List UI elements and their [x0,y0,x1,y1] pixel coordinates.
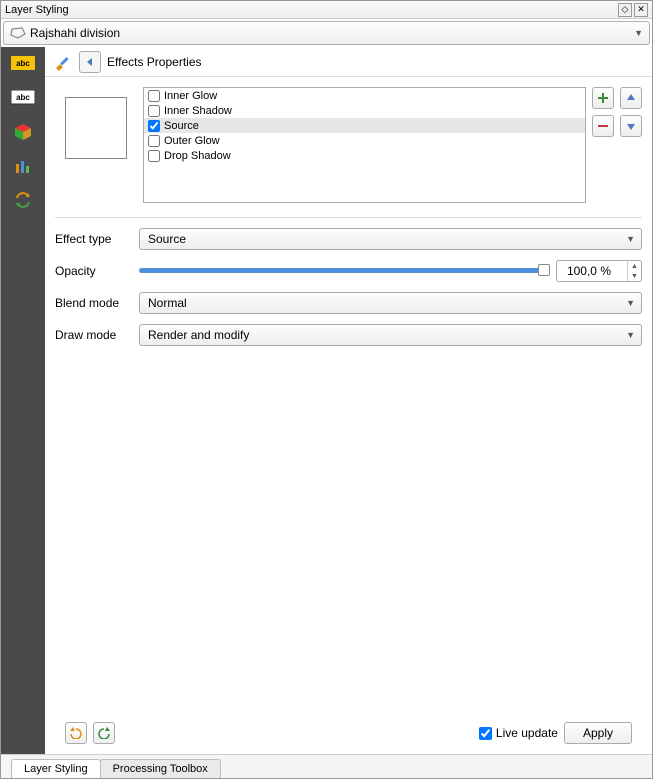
remove-effect-button[interactable] [592,115,614,137]
opacity-label: Opacity [55,264,133,278]
effect-checkbox[interactable] [148,150,160,162]
tab-layer-styling[interactable]: Layer Styling [11,759,101,778]
svg-text:abc: abc [16,93,30,102]
add-effect-button[interactable] [592,87,614,109]
redo-button[interactable] [93,722,115,744]
undo-button[interactable] [65,722,87,744]
apply-button[interactable]: Apply [564,722,632,744]
opacity-spinbox[interactable]: ▲▼ [556,260,642,282]
effect-preview [65,97,127,159]
brush-icon [53,52,73,72]
polygon-layer-icon [10,27,26,39]
draw-mode-label: Draw mode [55,328,133,342]
bottom-tabs: Layer Styling Processing Toolbox [1,754,652,778]
layer-styling-panel: Layer Styling ◇ ✕ Rajshahi division ▼ ab… [0,0,653,779]
titlebar: Layer Styling ◇ ✕ [1,1,652,19]
detach-icon[interactable]: ◇ [618,3,632,17]
effect-item-inner-shadow[interactable]: Inner Shadow [144,103,585,118]
opacity-slider[interactable] [139,263,550,279]
effect-checkbox[interactable] [148,105,160,117]
slider-thumb[interactable] [538,264,550,276]
effects-header: Effects Properties [45,47,652,77]
move-up-button[interactable] [620,87,642,109]
effects-list[interactable]: Inner Glow Inner Shadow Source Outer Glo… [143,87,586,203]
effects-header-label: Effects Properties [107,55,202,69]
blend-mode-label: Blend mode [55,296,133,310]
panel-title: Layer Styling [5,4,69,16]
opacity-input[interactable] [557,264,615,278]
tab-processing-toolbox[interactable]: Processing Toolbox [100,759,221,778]
effect-item-inner-glow[interactable]: Inner Glow [144,88,585,103]
svg-text:abc: abc [16,59,30,68]
effect-item-source[interactable]: Source [144,118,585,133]
draw-mode-select[interactable]: Render and modify▼ [139,324,642,346]
refresh-arrows-icon[interactable] [9,189,37,211]
spin-up-icon[interactable]: ▲ [628,261,641,271]
chevron-down-icon: ▼ [634,28,643,38]
effect-type-label: Effect type [55,232,133,246]
chevron-down-icon: ▼ [626,234,635,244]
layer-name: Rajshahi division [30,26,120,40]
effect-type-select[interactable]: Source▼ [139,228,642,250]
effect-item-outer-glow[interactable]: Outer Glow [144,133,585,148]
layer-selector[interactable]: Rajshahi division ▼ [3,21,650,45]
move-down-button[interactable] [620,115,642,137]
effect-item-drop-shadow[interactable]: Drop Shadow [144,148,585,163]
effect-checkbox[interactable] [148,135,160,147]
spin-down-icon[interactable]: ▼ [628,271,641,281]
back-button[interactable] [79,51,101,73]
3d-cube-icon[interactable] [9,121,37,143]
labels-abc-white-icon[interactable]: abc [9,87,37,109]
effect-checkbox[interactable] [148,120,160,132]
labels-abc-yellow-icon[interactable]: abc [9,53,37,75]
live-update-checkbox[interactable]: Live update [479,726,558,740]
chevron-down-icon: ▼ [626,298,635,308]
blend-mode-select[interactable]: Normal▼ [139,292,642,314]
diagram-icon[interactable] [9,155,37,177]
effect-checkbox[interactable] [148,90,160,102]
close-icon[interactable]: ✕ [634,3,648,17]
chevron-down-icon: ▼ [626,330,635,340]
icon-sidebar: abc abc [1,47,45,754]
